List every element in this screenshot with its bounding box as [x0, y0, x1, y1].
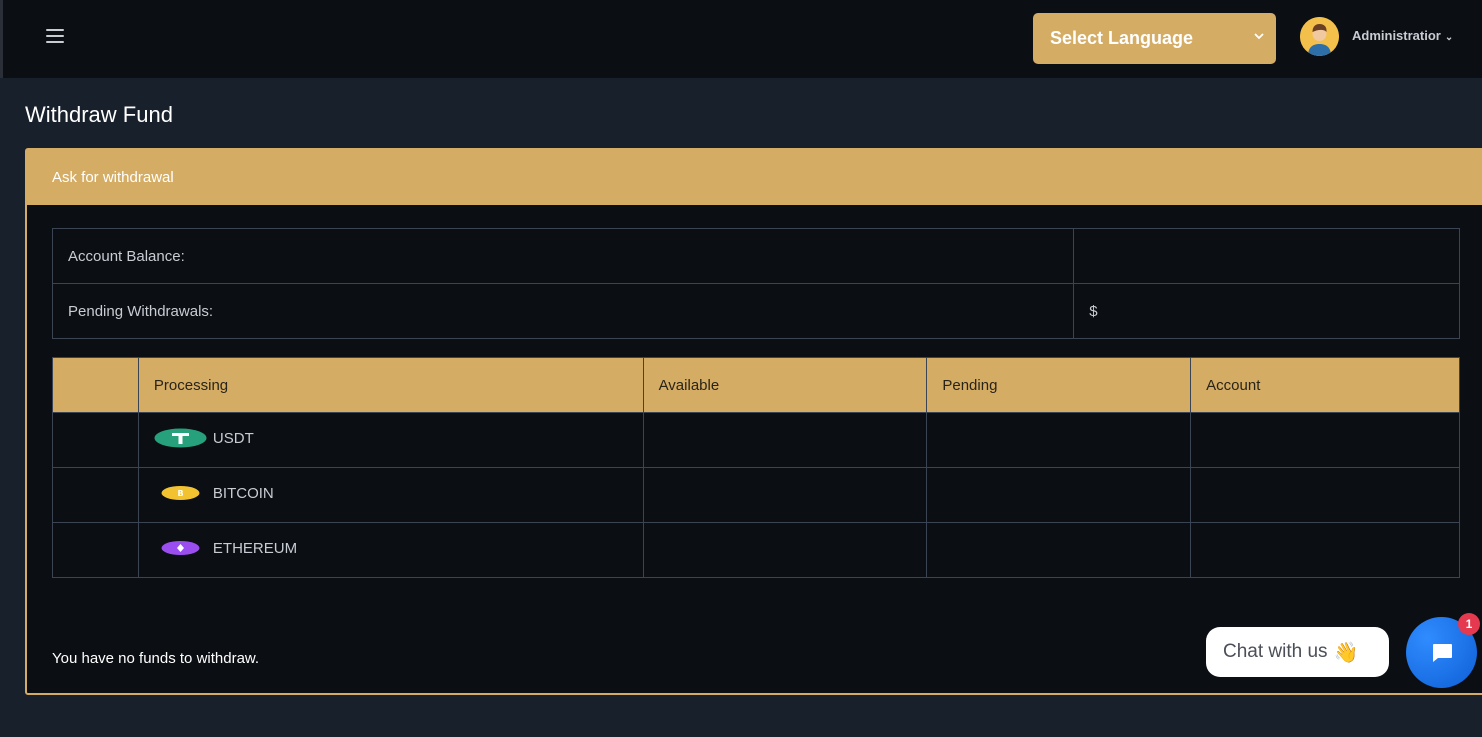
pending-cell	[926, 412, 1192, 468]
table-row[interactable]: USDT	[52, 412, 1460, 468]
menu-toggle-icon[interactable]	[46, 29, 66, 45]
pending-cell	[926, 467, 1192, 523]
top-navbar: Select Language Administratior ⌄	[0, 0, 1482, 78]
pending-withdrawals-value: $	[1073, 283, 1460, 339]
svg-text:B: B	[177, 489, 183, 498]
processing-table: Processing Available Pending Account USD…	[52, 357, 1460, 578]
card-header: Ask for withdrawal	[27, 150, 1482, 205]
tether-icon	[154, 428, 207, 448]
processing-cell: B BITCOIN	[137, 467, 644, 523]
chat-label: Chat with us	[1223, 641, 1328, 662]
user-avatar[interactable]	[1300, 17, 1339, 56]
available-cell	[642, 467, 928, 523]
account-cell	[1190, 522, 1460, 578]
no-funds-message: You have no funds to withdraw.	[52, 650, 260, 667]
row-select-cell[interactable]	[52, 412, 139, 468]
table-row: Pending Withdrawals: $	[51, 283, 1460, 339]
chevron-down-icon: ⌄	[1444, 32, 1454, 43]
column-header-select	[52, 357, 139, 413]
processing-cell: USDT	[137, 412, 644, 468]
table-row[interactable]: B BITCOIN	[52, 467, 1460, 523]
available-cell	[642, 522, 928, 578]
coin-name: ETHEREUM	[212, 539, 298, 557]
account-balance-label: Account Balance:	[51, 228, 1075, 284]
table-row: Account Balance:	[51, 228, 1460, 284]
waving-hand-icon: 👋	[1333, 641, 1359, 664]
coin-name: USDT	[212, 429, 254, 447]
column-header-pending: Pending	[926, 357, 1192, 413]
navbar-edge	[0, 0, 3, 78]
page-title: Withdraw Fund	[25, 102, 173, 127]
language-select[interactable]: Select Language	[1033, 13, 1276, 64]
card-header-title: Ask for withdrawal	[52, 169, 174, 186]
pending-withdrawals-label: Pending Withdrawals:	[51, 283, 1075, 339]
table-row[interactable]: ETHEREUM	[52, 522, 1460, 578]
coin-name: BITCOIN	[212, 484, 274, 502]
processing-cell: ETHEREUM	[137, 522, 644, 578]
user-name: Administratior	[1352, 28, 1441, 43]
account-balance-value	[1073, 228, 1460, 284]
account-cell	[1190, 412, 1460, 468]
pending-cell	[926, 522, 1192, 578]
chevron-down-icon	[1254, 33, 1264, 40]
column-header-account: Account	[1190, 357, 1460, 413]
user-menu[interactable]: Administratior ⌄	[1352, 28, 1453, 43]
ethereum-icon	[161, 541, 200, 555]
row-select-cell[interactable]	[52, 467, 139, 523]
language-select-label: Select Language	[1050, 28, 1194, 48]
column-header-processing: Processing	[137, 357, 644, 413]
withdrawal-card: Ask for withdrawal Account Balance: Pend…	[25, 148, 1482, 695]
chat-icon	[1432, 643, 1452, 662]
available-cell	[642, 412, 928, 468]
bitcoin-icon: B	[161, 486, 200, 500]
column-header-available: Available	[642, 357, 928, 413]
table-header-row: Processing Available Pending Account	[52, 357, 1460, 413]
notification-badge: 1	[1458, 613, 1480, 635]
account-cell	[1190, 467, 1460, 523]
balance-table: Account Balance: Pending Withdrawals: $	[51, 228, 1460, 339]
chat-with-us-bubble[interactable]: Chat with us 👋	[1206, 627, 1389, 677]
row-select-cell[interactable]	[52, 522, 139, 578]
